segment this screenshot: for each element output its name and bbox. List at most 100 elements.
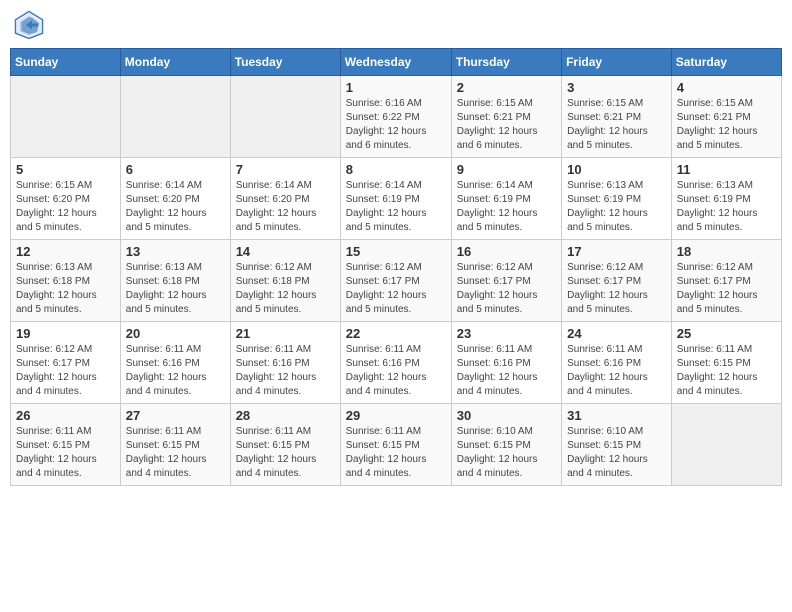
day-number: 4 bbox=[677, 80, 776, 95]
day-number: 13 bbox=[126, 244, 225, 259]
day-info: Sunrise: 6:12 AM Sunset: 6:17 PM Dayligh… bbox=[677, 261, 776, 317]
day-info: Sunrise: 6:15 AM Sunset: 6:21 PM Dayligh… bbox=[677, 97, 776, 153]
cell-content: 19Sunrise: 6:12 AM Sunset: 6:17 PM Dayli… bbox=[16, 326, 115, 399]
calendar-cell: 17 Sunrise: 6:12 AM Sunset: 6:17 PM Dayli… bbox=[562, 240, 672, 322]
day-number: 16 bbox=[457, 244, 556, 259]
calendar-cell: 7 Sunrise: 6:14 AM Sunset: 6:20 PM Daylig… bbox=[230, 158, 340, 240]
calendar-cell: 30 Sunrise: 6:10 AM Sunset: 6:15 PM Dayli… bbox=[451, 404, 561, 486]
cell-content: 1Sunrise: 6:16 AM Sunset: 6:22 PM Daylig… bbox=[346, 80, 446, 153]
day-number: 22 bbox=[346, 326, 446, 341]
calendar-cell: 29Sunrise: 6:11 AM Sunset: 6:15 PM Dayli… bbox=[340, 404, 451, 486]
cell-content: 2 Sunrise: 6:15 AM Sunset: 6:21 PM Daylig… bbox=[457, 80, 556, 153]
cell-content: 22 Sunrise: 6:11 AM Sunset: 6:16 PM Dayli… bbox=[346, 326, 446, 399]
day-info: Sunrise: 6:11 AM Sunset: 6:16 PM Dayligh… bbox=[346, 343, 446, 399]
calendar-cell: 8 Sunrise: 6:14 AM Sunset: 6:19 PM Daylig… bbox=[340, 158, 451, 240]
day-number: 10 bbox=[567, 162, 666, 177]
calendar-cell: 3Sunrise: 6:15 AM Sunset: 6:21 PM Daylig… bbox=[562, 76, 672, 158]
day-info: Sunrise: 6:12 AM Sunset: 6:18 PM Dayligh… bbox=[236, 261, 335, 317]
day-number: 8 bbox=[346, 162, 446, 177]
calendar-cell bbox=[230, 76, 340, 158]
calendar-cell: 6Sunrise: 6:14 AM Sunset: 6:20 PM Daylig… bbox=[120, 158, 230, 240]
calendar-week-2: 5Sunrise: 6:15 AM Sunset: 6:20 PM Daylig… bbox=[11, 158, 782, 240]
calendar-cell: 21Sunrise: 6:11 AM Sunset: 6:16 PM Dayli… bbox=[230, 322, 340, 404]
day-info: Sunrise: 6:13 AM Sunset: 6:19 PM Dayligh… bbox=[677, 179, 776, 235]
weekday-header-sunday: Sunday bbox=[11, 49, 121, 76]
day-info: Sunrise: 6:15 AM Sunset: 6:21 PM Dayligh… bbox=[457, 97, 556, 153]
day-info: Sunrise: 6:11 AM Sunset: 6:16 PM Dayligh… bbox=[126, 343, 225, 399]
calendar-cell: 15 Sunrise: 6:12 AM Sunset: 6:17 PM Dayli… bbox=[340, 240, 451, 322]
calendar-cell bbox=[11, 76, 121, 158]
cell-content: 9Sunrise: 6:14 AM Sunset: 6:19 PM Daylig… bbox=[457, 162, 556, 235]
day-info: Sunrise: 6:10 AM Sunset: 6:15 PM Dayligh… bbox=[457, 425, 556, 481]
day-number: 17 bbox=[567, 244, 666, 259]
calendar-cell: 24Sunrise: 6:11 AM Sunset: 6:16 PM Dayli… bbox=[562, 322, 672, 404]
calendar-week-4: 19Sunrise: 6:12 AM Sunset: 6:17 PM Dayli… bbox=[11, 322, 782, 404]
day-info: Sunrise: 6:11 AM Sunset: 6:15 PM Dayligh… bbox=[236, 425, 335, 481]
calendar-cell: 1Sunrise: 6:16 AM Sunset: 6:22 PM Daylig… bbox=[340, 76, 451, 158]
day-number: 11 bbox=[677, 162, 776, 177]
day-number: 1 bbox=[346, 80, 446, 95]
cell-content: 16 Sunrise: 6:12 AM Sunset: 6:17 PM Dayli… bbox=[457, 244, 556, 317]
day-info: Sunrise: 6:10 AM Sunset: 6:15 PM Dayligh… bbox=[567, 425, 666, 481]
day-number: 14 bbox=[236, 244, 335, 259]
calendar-cell: 20 Sunrise: 6:11 AM Sunset: 6:16 PM Dayli… bbox=[120, 322, 230, 404]
day-number: 12 bbox=[16, 244, 115, 259]
day-info: Sunrise: 6:13 AM Sunset: 6:19 PM Dayligh… bbox=[567, 179, 666, 235]
cell-content: 31 Sunrise: 6:10 AM Sunset: 6:15 PM Dayli… bbox=[567, 408, 666, 481]
day-number: 7 bbox=[236, 162, 335, 177]
day-number: 23 bbox=[457, 326, 556, 341]
calendar-cell: 11 Sunrise: 6:13 AM Sunset: 6:19 PM Dayli… bbox=[671, 158, 781, 240]
calendar-cell: 23Sunrise: 6:11 AM Sunset: 6:16 PM Dayli… bbox=[451, 322, 561, 404]
weekday-header-friday: Friday bbox=[562, 49, 672, 76]
cell-content: 17 Sunrise: 6:12 AM Sunset: 6:17 PM Dayli… bbox=[567, 244, 666, 317]
day-number: 6 bbox=[126, 162, 225, 177]
day-info: Sunrise: 6:11 AM Sunset: 6:15 PM Dayligh… bbox=[16, 425, 115, 481]
cell-content: 27Sunrise: 6:11 AM Sunset: 6:15 PM Dayli… bbox=[126, 408, 225, 481]
cell-content: 24Sunrise: 6:11 AM Sunset: 6:16 PM Dayli… bbox=[567, 326, 666, 399]
calendar-table: SundayMondayTuesdayWednesdayThursdayFrid… bbox=[10, 48, 782, 486]
day-number: 27 bbox=[126, 408, 225, 423]
day-number: 30 bbox=[457, 408, 556, 423]
weekday-header-wednesday: Wednesday bbox=[340, 49, 451, 76]
calendar-cell: 26Sunrise: 6:11 AM Sunset: 6:15 PM Dayli… bbox=[11, 404, 121, 486]
calendar-cell bbox=[671, 404, 781, 486]
calendar-cell: 9Sunrise: 6:14 AM Sunset: 6:19 PM Daylig… bbox=[451, 158, 561, 240]
day-number: 19 bbox=[16, 326, 115, 341]
calendar-cell: 14 Sunrise: 6:12 AM Sunset: 6:18 PM Dayli… bbox=[230, 240, 340, 322]
cell-content: 13 Sunrise: 6:13 AM Sunset: 6:18 PM Dayli… bbox=[126, 244, 225, 317]
cell-content: 5Sunrise: 6:15 AM Sunset: 6:20 PM Daylig… bbox=[16, 162, 115, 235]
day-info: Sunrise: 6:12 AM Sunset: 6:17 PM Dayligh… bbox=[457, 261, 556, 317]
cell-content: 7 Sunrise: 6:14 AM Sunset: 6:20 PM Daylig… bbox=[236, 162, 335, 235]
calendar-cell: 19Sunrise: 6:12 AM Sunset: 6:17 PM Dayli… bbox=[11, 322, 121, 404]
calendar-header: SundayMondayTuesdayWednesdayThursdayFrid… bbox=[11, 49, 782, 76]
day-number: 5 bbox=[16, 162, 115, 177]
calendar-cell: 31 Sunrise: 6:10 AM Sunset: 6:15 PM Dayli… bbox=[562, 404, 672, 486]
weekday-header-thursday: Thursday bbox=[451, 49, 561, 76]
calendar-week-5: 26Sunrise: 6:11 AM Sunset: 6:15 PM Dayli… bbox=[11, 404, 782, 486]
calendar-cell: 16 Sunrise: 6:12 AM Sunset: 6:17 PM Dayli… bbox=[451, 240, 561, 322]
day-number: 15 bbox=[346, 244, 446, 259]
weekday-header-tuesday: Tuesday bbox=[230, 49, 340, 76]
day-number: 2 bbox=[457, 80, 556, 95]
calendar-cell: 25Sunrise: 6:11 AM Sunset: 6:15 PM Dayli… bbox=[671, 322, 781, 404]
day-number: 25 bbox=[677, 326, 776, 341]
day-number: 31 bbox=[567, 408, 666, 423]
calendar-week-3: 12 Sunrise: 6:13 AM Sunset: 6:18 PM Dayli… bbox=[11, 240, 782, 322]
calendar-cell: 13 Sunrise: 6:13 AM Sunset: 6:18 PM Dayli… bbox=[120, 240, 230, 322]
day-info: Sunrise: 6:12 AM Sunset: 6:17 PM Dayligh… bbox=[567, 261, 666, 317]
day-info: Sunrise: 6:12 AM Sunset: 6:17 PM Dayligh… bbox=[346, 261, 446, 317]
day-info: Sunrise: 6:14 AM Sunset: 6:20 PM Dayligh… bbox=[236, 179, 335, 235]
day-number: 28 bbox=[236, 408, 335, 423]
calendar-cell: 28 Sunrise: 6:11 AM Sunset: 6:15 PM Dayli… bbox=[230, 404, 340, 486]
day-info: Sunrise: 6:14 AM Sunset: 6:19 PM Dayligh… bbox=[346, 179, 446, 235]
day-info: Sunrise: 6:13 AM Sunset: 6:18 PM Dayligh… bbox=[126, 261, 225, 317]
cell-content: 25Sunrise: 6:11 AM Sunset: 6:15 PM Dayli… bbox=[677, 326, 776, 399]
calendar-cell: 2 Sunrise: 6:15 AM Sunset: 6:21 PM Daylig… bbox=[451, 76, 561, 158]
calendar-cell: 18Sunrise: 6:12 AM Sunset: 6:17 PM Dayli… bbox=[671, 240, 781, 322]
cell-content: 4 Sunrise: 6:15 AM Sunset: 6:21 PM Daylig… bbox=[677, 80, 776, 153]
calendar-cell: 22 Sunrise: 6:11 AM Sunset: 6:16 PM Dayli… bbox=[340, 322, 451, 404]
day-number: 3 bbox=[567, 80, 666, 95]
cell-content: 12Sunrise: 6:13 AM Sunset: 6:18 PM Dayli… bbox=[16, 244, 115, 317]
day-number: 21 bbox=[236, 326, 335, 341]
day-number: 20 bbox=[126, 326, 225, 341]
